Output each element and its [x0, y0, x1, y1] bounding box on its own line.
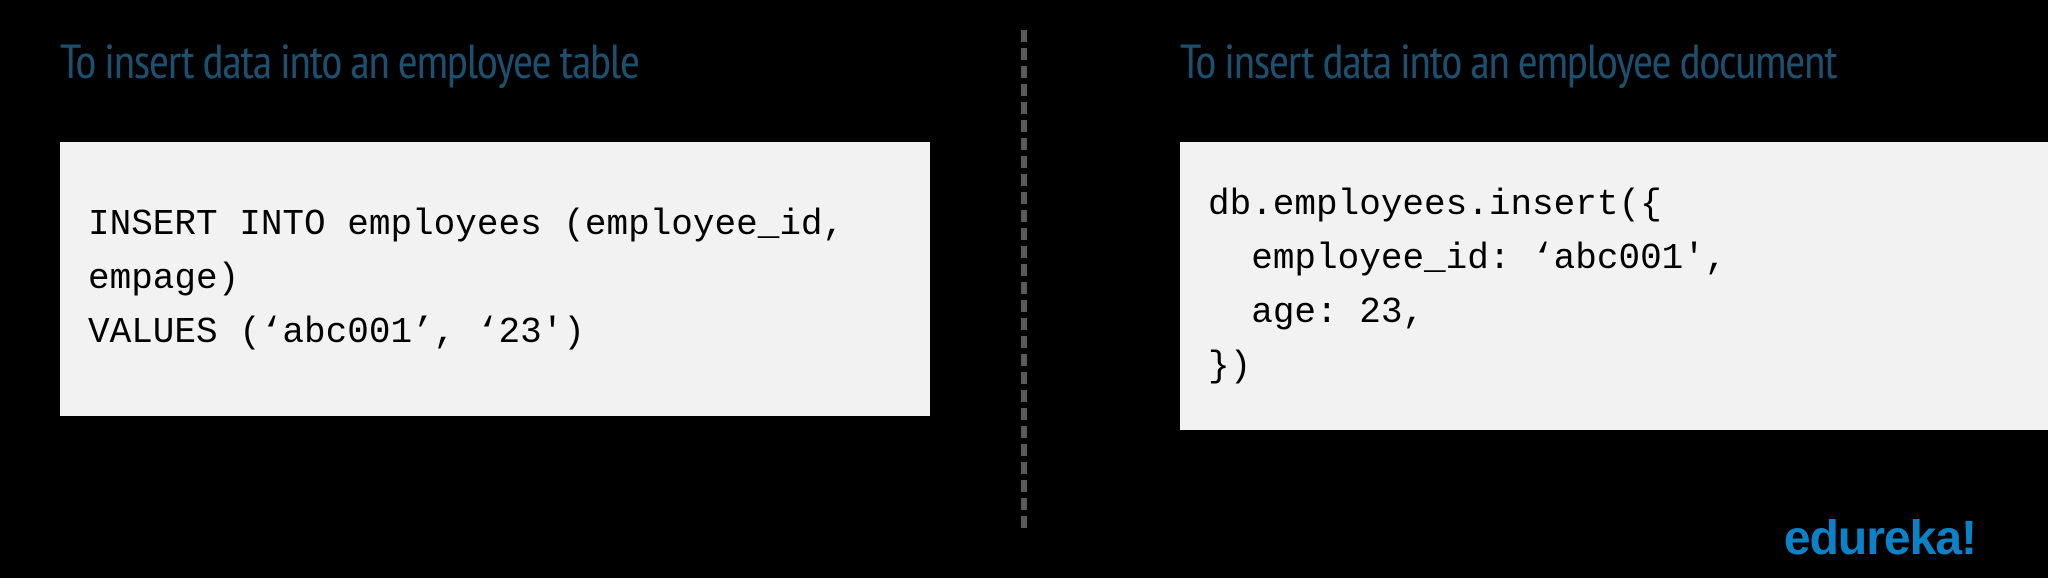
vertical-divider — [1021, 30, 1027, 528]
comparison-container: To insert data into an employee table IN… — [0, 0, 2048, 578]
right-heading: To insert data into an employee document — [1050, 30, 2048, 92]
left-heading: To insert data into an employee table — [60, 30, 930, 92]
right-panel: To insert data into an employee document… — [990, 0, 2048, 578]
brand-logo: edureka! — [1784, 511, 1976, 566]
left-code-block: INSERT INTO employees (employee_id, empa… — [60, 142, 930, 416]
left-panel: To insert data into an employee table IN… — [0, 0, 990, 578]
right-code-block: db.employees.insert({ employee_id: ‘abc0… — [1180, 142, 2048, 430]
